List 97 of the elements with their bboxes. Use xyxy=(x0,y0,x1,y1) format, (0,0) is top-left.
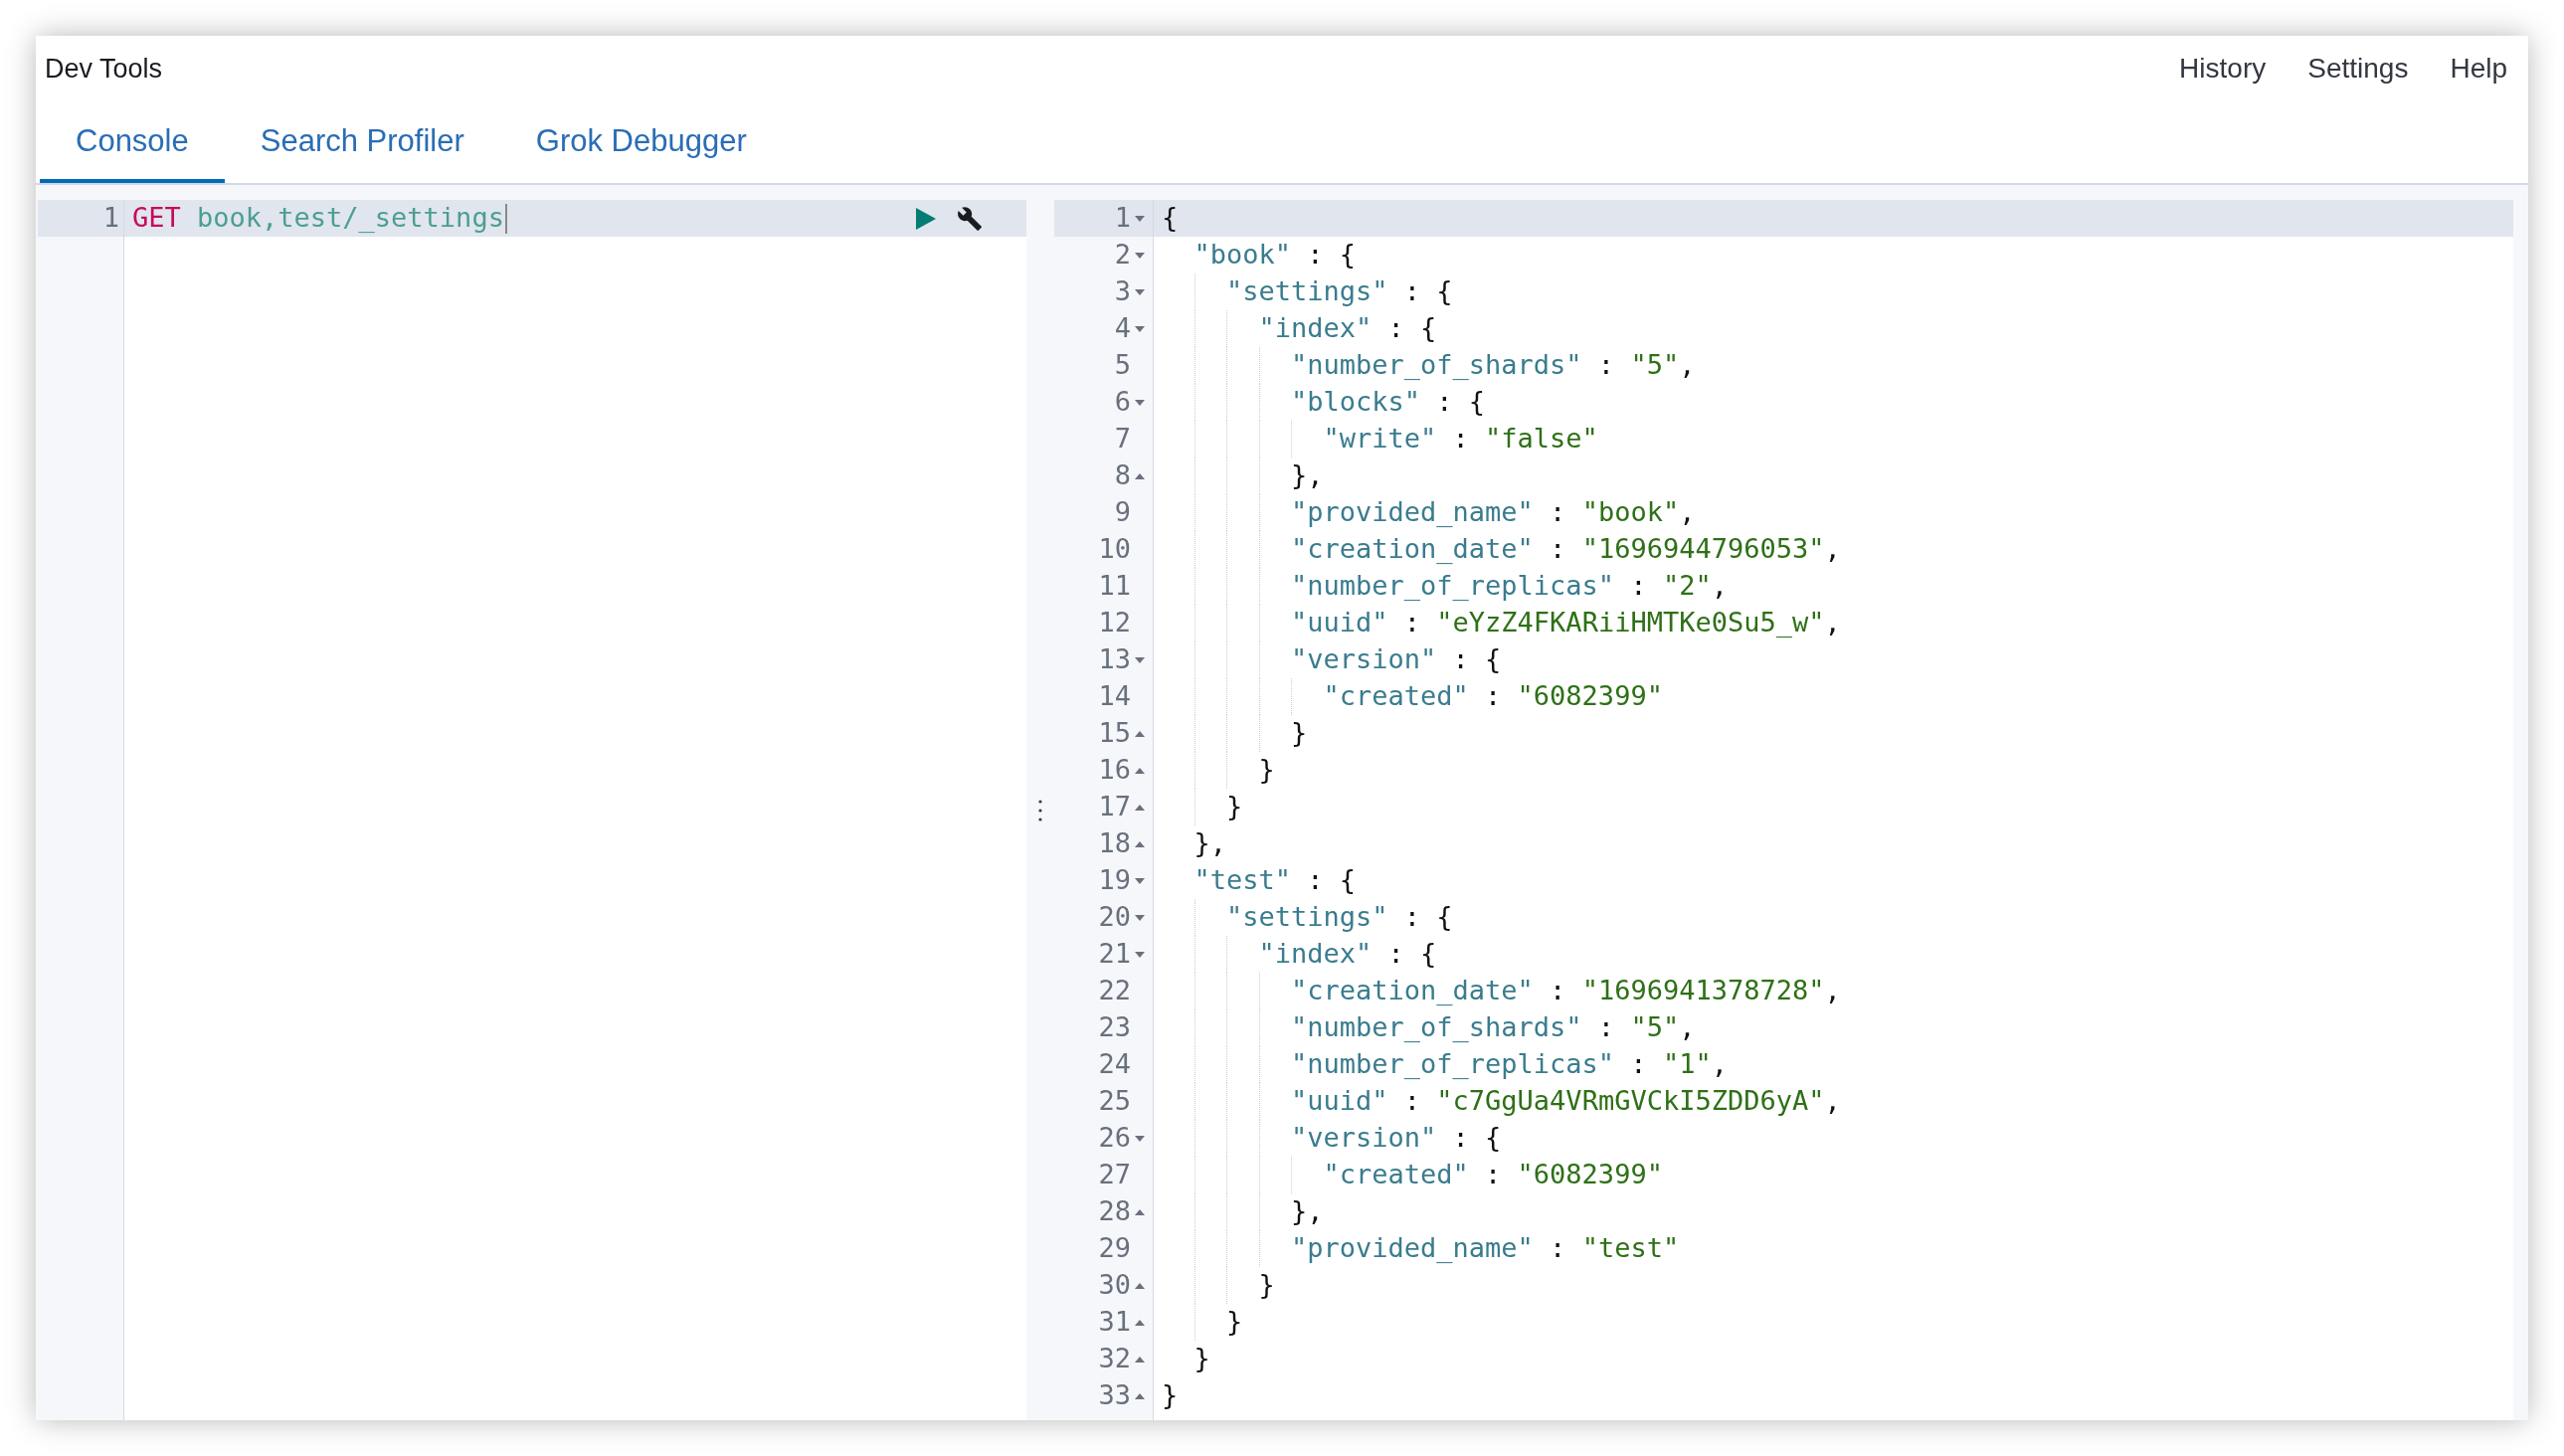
line-number: 33 xyxy=(1098,1378,1131,1413)
code-line: "settings" : { xyxy=(1226,274,1453,309)
code-line: }, xyxy=(1291,458,1324,493)
caret-down-icon[interactable] xyxy=(1135,288,1145,295)
line-number: 29 xyxy=(1098,1231,1131,1266)
caret-up-icon[interactable] xyxy=(1135,472,1145,479)
line-number: 32 xyxy=(1098,1342,1131,1376)
line-number: 10 xyxy=(1098,532,1131,567)
code-line: } xyxy=(1258,1268,1275,1303)
code-line: "number_of_shards" : "5", xyxy=(1291,348,1696,383)
line-number: 27 xyxy=(1098,1158,1131,1192)
wrench-icon[interactable] xyxy=(957,205,983,232)
line-number: 23 xyxy=(1098,1010,1131,1045)
code-line: "index" : { xyxy=(1258,311,1437,346)
line-number: 5 xyxy=(1114,348,1131,383)
line-number: 22 xyxy=(1098,974,1131,1008)
header-link[interactable]: History xyxy=(2179,48,2267,90)
code-line: "created" : "6082399" xyxy=(1323,679,1663,714)
code-line: } xyxy=(1226,790,1243,824)
caret-up-icon[interactable] xyxy=(1135,730,1145,737)
line-number: 2 xyxy=(1114,238,1131,273)
line-number: 14 xyxy=(1098,679,1131,714)
tab[interactable]: Search Profiler xyxy=(224,103,500,183)
caret-up-icon[interactable] xyxy=(1135,1356,1145,1363)
line-number: 15 xyxy=(1098,716,1131,751)
line-number: 25 xyxy=(1098,1084,1131,1119)
code-line: } xyxy=(1162,1378,1179,1413)
caret-up-icon[interactable] xyxy=(1135,1392,1145,1399)
code-line: "number_of_replicas" : "2", xyxy=(1291,569,1728,604)
caret-down-icon[interactable] xyxy=(1135,325,1145,332)
play-icon[interactable] xyxy=(915,206,937,231)
code-line: "book" : { xyxy=(1193,238,1357,273)
caret-down-icon[interactable] xyxy=(1135,877,1145,884)
line-number: 11 xyxy=(1098,569,1131,604)
code-line: }, xyxy=(1291,1194,1324,1229)
caret-down-icon[interactable] xyxy=(1135,951,1145,958)
code-line: "number_of_replicas" : "1", xyxy=(1291,1047,1728,1082)
code-line: { xyxy=(1162,201,1179,236)
line-number: 18 xyxy=(1098,826,1131,861)
line-number: 16 xyxy=(1098,753,1131,788)
code-line: } xyxy=(1258,753,1275,788)
code-line: "index" : { xyxy=(1258,937,1437,972)
code-line: "creation_date" : "1696944796053", xyxy=(1291,532,1841,567)
caret-down-icon[interactable] xyxy=(1135,399,1145,406)
code-line: "settings" : { xyxy=(1226,900,1453,935)
line-number: 9 xyxy=(1114,495,1131,530)
code-line: } xyxy=(1226,1305,1243,1340)
line-number: 30 xyxy=(1098,1268,1131,1303)
caret-down-icon[interactable] xyxy=(1135,252,1145,259)
code-line: "blocks" : { xyxy=(1291,385,1486,420)
code-line: } xyxy=(1291,716,1308,751)
resize-handle-icon[interactable] xyxy=(1038,799,1042,821)
line-number: 19 xyxy=(1098,863,1131,898)
line-number: 21 xyxy=(1098,937,1131,972)
line-number: 1 xyxy=(1114,201,1131,236)
code-line: "creation_date" : "1696941378728", xyxy=(1291,974,1841,1008)
line-number: 31 xyxy=(1098,1305,1131,1340)
line-number: 4 xyxy=(1114,311,1131,346)
header-link[interactable]: Settings xyxy=(2307,48,2409,90)
caret-up-icon[interactable] xyxy=(1135,840,1145,847)
line-number: 8 xyxy=(1114,458,1131,493)
code-line: "created" : "6082399" xyxy=(1323,1158,1663,1192)
line-number: 20 xyxy=(1098,900,1131,935)
caret-up-icon[interactable] xyxy=(1135,1319,1145,1326)
code-line: "uuid" : "eYzZ4FKARiiHMTKe0Su5_w", xyxy=(1291,606,1841,640)
caret-down-icon[interactable] xyxy=(1135,1135,1145,1142)
caret-down-icon[interactable] xyxy=(1135,914,1145,921)
line-number: 28 xyxy=(1098,1194,1131,1229)
code-line: "test" : { xyxy=(1193,863,1357,898)
caret-up-icon[interactable] xyxy=(1135,1282,1145,1289)
code-line: "provided_name" : "test" xyxy=(1291,1231,1680,1266)
line-number: 7 xyxy=(1114,422,1131,456)
code-line: "number_of_shards" : "5", xyxy=(1291,1010,1696,1045)
caret-down-icon[interactable] xyxy=(1135,656,1145,663)
line-number: 12 xyxy=(1098,606,1131,640)
caret-down-icon[interactable] xyxy=(1135,215,1145,222)
code-line: "uuid" : "c7GgUa4VRmGVCkI5ZDD6yA", xyxy=(1291,1084,1841,1119)
code-line: } xyxy=(1193,1342,1210,1376)
line-number: 26 xyxy=(1098,1121,1131,1156)
line-number: 24 xyxy=(1098,1047,1131,1082)
caret-up-icon[interactable] xyxy=(1135,767,1145,774)
line-number: 1 xyxy=(102,201,119,236)
header-link[interactable]: Help xyxy=(2450,48,2507,90)
code-line: }, xyxy=(1193,826,1226,861)
code-line: "provided_name" : "book", xyxy=(1291,495,1696,530)
code-line: "version" : { xyxy=(1291,1121,1502,1156)
app-title: Dev Tools xyxy=(45,52,163,86)
tab[interactable]: Grok Debugger xyxy=(499,103,783,183)
line-number: 13 xyxy=(1098,642,1131,677)
caret-up-icon[interactable] xyxy=(1135,804,1145,811)
code-line: "version" : { xyxy=(1291,642,1502,677)
code-line: GET book,test/_settings xyxy=(132,201,504,236)
caret-up-icon[interactable] xyxy=(1135,1208,1145,1215)
line-number: 6 xyxy=(1114,385,1131,420)
line-number: 3 xyxy=(1114,274,1131,309)
line-number: 17 xyxy=(1098,790,1131,824)
code-line: "write" : "false" xyxy=(1323,422,1598,456)
